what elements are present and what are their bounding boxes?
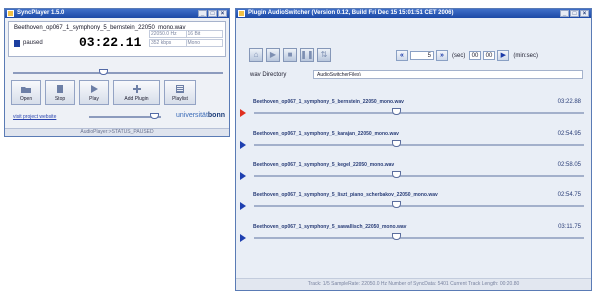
track-name: Beethoven_op067_1_symphony_5_bernstein_2… <box>253 99 404 105</box>
track-name: Beethoven_op067_1_symphony_5_kegel_22050… <box>253 162 395 168</box>
wav-directory-label: wav Directory <box>250 72 287 78</box>
sample-rate: 22050.0 Hz <box>151 31 177 37</box>
track-play-icon[interactable] <box>240 172 246 180</box>
go-button[interactable]: ▶ <box>497 50 510 61</box>
track-duration: 03:22.88 <box>557 99 581 105</box>
stop-button[interactable]: ■ <box>283 48 297 62</box>
track-play-icon[interactable] <box>240 234 246 242</box>
play-button[interactable]: Play <box>79 80 109 105</box>
add-plugin-button[interactable]: Add Plugin <box>113 80 160 105</box>
play-icon: ▶ <box>269 50 277 59</box>
volume-slider[interactable] <box>89 113 161 119</box>
now-playing-panel: Beethoven_op067_1_symphony_5_bernstein_2… <box>8 21 226 57</box>
window-controls: _ □ × <box>560 10 589 17</box>
bit-depth: 16 Bit <box>185 31 223 37</box>
audioswitcher-window: Plugin AudioSwitcher (Version 0.12, Buil… <box>235 8 592 291</box>
jump-seconds-input[interactable]: 5 <box>410 51 434 60</box>
syncplayer-titlebar[interactable]: SyncPlayer 1.5.0 _ □ × <box>5 9 229 18</box>
folder-icon <box>21 87 31 93</box>
track-row: Beethoven_op067_1_symphony_5_karajan_220… <box>236 131 591 161</box>
time-display: 03:22.11 <box>79 35 142 50</box>
track-row: Beethoven_op067_1_symphony_5_liszt_piano… <box>236 192 591 222</box>
play-icon: ▶ <box>500 52 507 59</box>
wav-directory-field[interactable]: AudioSwitcherFiles\ <box>313 70 583 79</box>
close-button[interactable]: × <box>580 10 589 17</box>
window-title: Plugin AudioSwitcher (Version 0.12, Buil… <box>248 10 454 16</box>
stop-icon <box>57 85 63 93</box>
track-slider-knob[interactable] <box>391 140 401 147</box>
jump-controls: « 5 » (sec) 00 00 ▶ (min:sec) <box>396 50 540 61</box>
track-slider-knob[interactable] <box>391 233 401 240</box>
forward-button[interactable]: » <box>436 50 448 61</box>
bit-rate: 352 kbps <box>151 40 172 46</box>
track-slider[interactable] <box>254 144 584 146</box>
minimize-button[interactable]: _ <box>560 10 569 17</box>
play-button[interactable]: ▶ <box>266 48 280 62</box>
track-slider[interactable] <box>254 205 584 207</box>
track-name: Beethoven_op067_1_symphony_5_sawallisch_… <box>253 224 407 230</box>
track-slider[interactable] <box>254 237 584 239</box>
msec-label: (min:sec) <box>513 52 539 59</box>
track-name: Beethoven_op067_1_symphony_5_karajan_220… <box>253 131 399 137</box>
track-duration: 02:54.95 <box>557 131 581 137</box>
player-status: paused <box>23 40 43 46</box>
forward-icon: » <box>440 52 444 59</box>
plugin-toolbar: ⌂ ▶ ■ ❚❚ ⇅ <box>249 48 331 62</box>
home-icon: ⌂ <box>253 50 259 59</box>
track-slider[interactable] <box>254 112 584 114</box>
position-slider[interactable] <box>13 69 223 75</box>
stop-icon: ■ <box>287 50 293 59</box>
stop-button[interactable]: Stop <box>45 80 75 105</box>
status-bar: Track: 1/5 SampleRate: 22050.0 Hz Number… <box>236 278 591 290</box>
track-row: Beethoven_op067_1_symphony_5_kegel_22050… <box>236 162 591 192</box>
pause-button[interactable]: ❚❚ <box>300 48 314 62</box>
rewind-button[interactable]: « <box>396 50 408 61</box>
track-slider[interactable] <box>254 175 584 177</box>
track-duration: 03:11.75 <box>558 224 581 230</box>
seconds-input[interactable]: 00 <box>483 51 496 60</box>
maximize-button[interactable]: □ <box>570 10 579 17</box>
sec-label: (sec) <box>452 52 466 59</box>
track-slider-knob[interactable] <box>391 201 401 208</box>
playlist-icon <box>176 85 184 93</box>
play-icon <box>91 85 98 93</box>
volume-slider-knob[interactable] <box>149 113 159 119</box>
track-row: Beethoven_op067_1_symphony_5_sawallisch_… <box>236 224 591 254</box>
switch-button[interactable]: ⇅ <box>317 48 331 62</box>
pause-icon: ❚❚ <box>300 50 314 59</box>
app-icon <box>238 10 245 17</box>
switch-icon: ⇅ <box>320 50 328 59</box>
track-row: Beethoven_op067_1_symphony_5_bernstein_2… <box>236 99 591 129</box>
position-slider-knob[interactable] <box>99 69 109 75</box>
home-button[interactable]: ⌂ <box>249 48 263 62</box>
track-play-icon[interactable] <box>240 109 246 117</box>
university-logo: universitätbonn <box>175 112 225 119</box>
pause-status-icon <box>14 40 20 47</box>
maximize-button[interactable]: □ <box>208 10 217 17</box>
track-duration: 02:58.05 <box>557 162 581 168</box>
project-website-link[interactable]: visit project website <box>13 114 56 120</box>
channels: Mono <box>185 40 223 46</box>
window-title: SyncPlayer 1.5.0 <box>17 10 65 16</box>
window-controls: _ □ × <box>198 10 227 17</box>
audioswitcher-titlebar[interactable]: Plugin AudioSwitcher (Version 0.12, Buil… <box>236 9 591 18</box>
track-slider-knob[interactable] <box>391 171 401 178</box>
track-slider-knob[interactable] <box>391 108 401 115</box>
transport-controls: Open Stop Play Add Plugin Playlist <box>11 80 196 105</box>
playlist-button[interactable]: Playlist <box>164 80 196 105</box>
track-play-icon[interactable] <box>240 141 246 149</box>
minimize-button[interactable]: _ <box>198 10 207 17</box>
track-name: Beethoven_op067_1_symphony_5_liszt_piano… <box>253 192 438 198</box>
rewind-icon: « <box>400 52 404 59</box>
syncplayer-window: SyncPlayer 1.5.0 _ □ × Beethoven_op067_1… <box>4 8 230 137</box>
audio-format-info: 22050.0 Hz 16 Bit 352 kbps Mono <box>149 30 223 48</box>
close-button[interactable]: × <box>218 10 227 17</box>
plus-icon <box>132 85 141 93</box>
minutes-input[interactable]: 00 <box>469 51 482 60</box>
status-bar: AudioPlayer:>STATUS_PAUSED <box>5 128 229 136</box>
track-duration: 02:54.75 <box>557 192 581 198</box>
open-button[interactable]: Open <box>11 80 41 105</box>
track-play-icon[interactable] <box>240 202 246 210</box>
app-icon <box>7 10 14 17</box>
